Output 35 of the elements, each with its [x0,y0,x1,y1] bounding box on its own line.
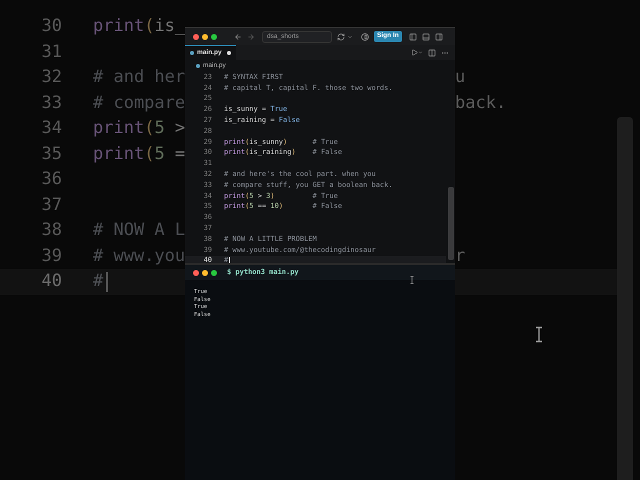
code-fragment: back. [455,94,506,112]
line-number: 33 [40,94,62,112]
text-cursor-icon [410,276,414,284]
line-number: 30 [40,18,62,36]
code-fragment: u [455,69,466,86]
scrollbar-thumb[interactable] [448,187,454,260]
panel-left-icon[interactable] [408,32,417,40]
line-number: 35 [40,146,62,163]
run-icon[interactable] [411,49,418,56]
line-number: 38 [40,222,62,240]
code-line: # NOW A L [93,222,185,240]
back-arrow-icon[interactable] [234,32,242,40]
line-number: 36 [40,171,62,188]
code-line: print(5 = [93,146,185,163]
text-cursor-icon [535,326,543,343]
split-editor-icon[interactable] [428,48,436,56]
line-number: 32 [40,69,62,86]
line-number: 40 [40,273,62,290]
line-number: 37 [40,196,62,214]
line-number: 31 [40,44,62,61]
chevron-down-icon[interactable] [347,34,353,40]
line-number: 39 [40,248,62,265]
panel-right-icon[interactable] [434,32,443,40]
chevron-down-icon[interactable] [418,50,423,55]
code-line: # and her [93,69,185,86]
line-number: 34 [40,120,62,138]
sync-icon[interactable] [337,32,345,40]
code-line: # www.you [93,248,185,265]
code-fragment: r [455,248,466,265]
code-line: # [93,273,104,290]
code-line: print(5 > [93,120,185,138]
code-line: print(is_ [93,18,185,36]
code-line: # compare [93,94,185,112]
half-circle-icon[interactable] [361,32,369,40]
panel-bottom-icon[interactable] [422,32,430,40]
